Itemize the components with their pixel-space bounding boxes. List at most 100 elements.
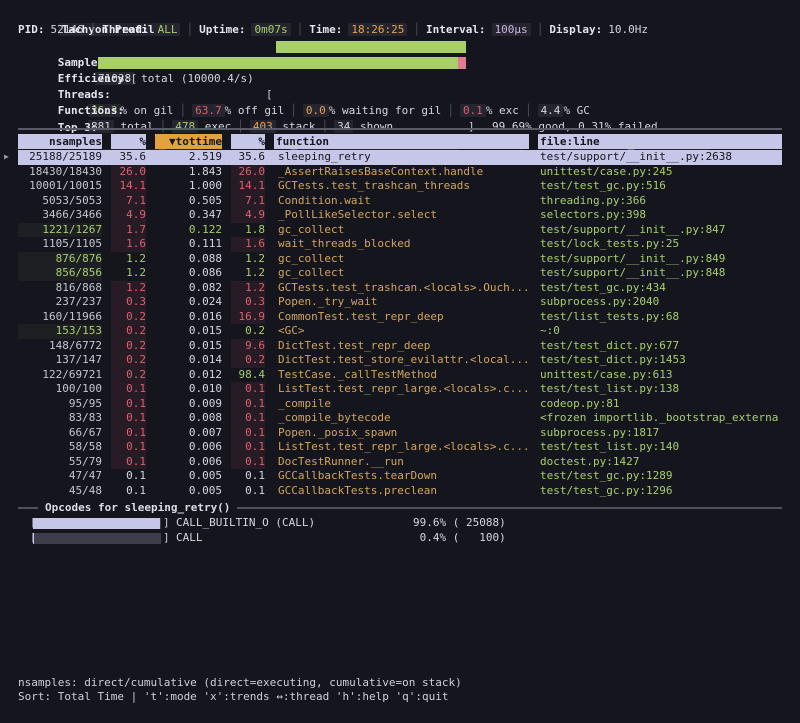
status-item-uptime: Uptime:0m07s	[199, 23, 290, 36]
table-row[interactable]: 137/1470.20.0140.2DictTest.test_store_ev…	[18, 353, 782, 368]
table-row[interactable]: 148/67720.20.0159.6DictTest.test_repr_de…	[18, 339, 782, 354]
cell-gap	[265, 411, 274, 426]
cell-tottime: 0.024	[155, 295, 222, 310]
column-header-nsamples[interactable]: nsamples	[18, 134, 102, 149]
cell-nsamples: 58/58	[18, 440, 102, 455]
functions-segment-suffix: exec	[198, 120, 231, 133]
cell-gap	[102, 382, 111, 397]
table-row[interactable]: 1105/11051.60.1111.6wait_threads_blocked…	[18, 237, 782, 252]
cell-gap	[222, 165, 231, 180]
status-label-interval: Interval:	[426, 23, 486, 36]
functions-segment-suffix: total	[114, 120, 154, 133]
cell-pct-cumulative: 1.2	[231, 281, 265, 296]
cell-gap	[265, 266, 274, 281]
table-row[interactable]: 100/1000.10.0100.1ListTest.test_repr_lar…	[18, 382, 782, 397]
cell-pct-direct: 0.2	[111, 310, 146, 325]
cell-tottime: 0.012	[155, 368, 222, 383]
table-row[interactable]: 237/2370.30.0240.3Popen._try_waitsubproc…	[18, 295, 782, 310]
cell-gap	[102, 484, 111, 499]
table-row[interactable]: 83/830.10.0080.1_compile_bytecode<frozen…	[18, 411, 782, 426]
cell-gap	[265, 382, 274, 397]
status-value-display: 10.0Hz	[608, 23, 648, 36]
cell-tottime: 0.005	[155, 484, 222, 499]
cell-gap	[265, 179, 274, 194]
cell-pct-cumulative: 35.6	[231, 150, 265, 165]
functions-segment-value: 34	[334, 120, 353, 133]
cell-gap	[529, 165, 538, 180]
status-value-uptime: 0m07s	[251, 23, 290, 36]
table-row[interactable]: 58/580.10.0060.1ListTest.test_repr_large…	[18, 440, 782, 455]
cell-gap	[265, 223, 274, 238]
cell-function-name: GCTests.test_trashcan.<locals>.Ouch...	[274, 281, 529, 296]
cell-file-line: test/test_gc.py:1296	[538, 484, 782, 499]
cell-pct-direct: 35.6	[111, 150, 146, 165]
cell-gap	[265, 310, 274, 325]
table-row[interactable]: ▶25188/2518935.62.51935.6sleeping_retryt…	[18, 150, 782, 165]
table-row[interactable]: 153/1530.20.0150.2<GC>~:0	[18, 324, 782, 339]
cell-file-line: test/support/__init__.py:849	[538, 252, 782, 267]
cell-gap	[222, 223, 231, 238]
table-row[interactable]: 1221/12671.70.1221.8gc_collecttest/suppo…	[18, 223, 782, 238]
table-row[interactable]: 122/697210.20.01298.4TestCase._callTestM…	[18, 368, 782, 383]
cell-tottime: 0.006	[155, 455, 222, 470]
cell-file-line: test/test_gc.py:434	[538, 281, 782, 296]
cell-function-name: Popen._try_wait	[274, 295, 529, 310]
divider-dash	[237, 507, 782, 509]
table-row[interactable]: 160/119660.20.01616.9CommonTest.test_rep…	[18, 310, 782, 325]
table-row[interactable]: 5053/50537.10.5057.1Condition.waitthread…	[18, 194, 782, 209]
cell-tottime: 2.519	[155, 150, 222, 165]
table-row[interactable]: 45/480.10.0050.1GCCallbackTests.preclean…	[18, 484, 782, 499]
cell-gap	[102, 426, 111, 441]
table-row[interactable]: 95/950.10.0090.1_compilecodeop.py:81	[18, 397, 782, 412]
cell-gap	[146, 484, 155, 499]
column-header-tottime-sorted[interactable]: ▼tottime	[155, 134, 222, 149]
cell-pct-cumulative: 98.4	[231, 368, 265, 383]
cell-nsamples: 66/67	[18, 426, 102, 441]
cell-pct-direct: 4.9	[111, 208, 146, 223]
opcodes-section-divider: Opcodes for sleeping_retry()	[18, 501, 782, 515]
cell-gap	[529, 469, 538, 484]
cell-tottime: 0.010	[155, 382, 222, 397]
table-row[interactable]: 55/790.10.0060.1DocTestRunner.__rundocte…	[18, 455, 782, 470]
cell-pct-cumulative: 0.1	[231, 455, 265, 470]
opcodes-section-title: Opcodes for sleeping_retry()	[38, 500, 237, 516]
cell-gap	[146, 353, 155, 368]
cell-nsamples: 153/153	[18, 324, 102, 339]
cell-nsamples: 876/876	[18, 252, 102, 267]
table-row[interactable]: 816/8681.20.0821.2GCTests.test_trashcan.…	[18, 281, 782, 296]
cell-nsamples: 1105/1105	[18, 237, 102, 252]
table-row[interactable]: 876/8761.20.0881.2gc_collecttest/support…	[18, 252, 782, 267]
opcode-row: []CALL 0.4% ( 100)	[18, 531, 782, 546]
cell-gap	[222, 469, 231, 484]
cell-file-line: threading.py:366	[538, 194, 782, 209]
cell-gap	[102, 150, 111, 165]
table-row[interactable]: 66/670.10.0070.1Popen._posix_spawnsubpro…	[18, 426, 782, 441]
opcode-bar-fill	[33, 518, 160, 529]
column-header-file-line[interactable]: file:line	[538, 134, 782, 149]
cell-pct-direct: 1.7	[111, 223, 146, 238]
cell-gap	[222, 353, 231, 368]
tachyon-profiler-screen: Tachyon Profiler PID:52146│Thread:ALL│Up…	[0, 0, 800, 723]
cell-file-line: subprocess.py:1817	[538, 426, 782, 441]
cell-gap	[529, 339, 538, 354]
cell-tottime: 0.347	[155, 208, 222, 223]
table-row[interactable]: 47/470.10.0050.1GCCallbackTests.tearDown…	[18, 469, 782, 484]
header-gap	[146, 134, 155, 149]
efficiency-bar-good-fill	[98, 57, 458, 69]
column-header-pct-direct[interactable]: %	[111, 134, 146, 149]
cell-pct-cumulative: 1.8	[231, 223, 265, 238]
cell-gap	[102, 252, 111, 267]
table-row[interactable]: 18430/1843026.01.84326.0_AssertRaisesBas…	[18, 165, 782, 180]
cell-gap	[146, 382, 155, 397]
cell-tottime: 0.122	[155, 223, 222, 238]
column-header-pct-cumulative[interactable]: %	[231, 134, 265, 149]
cell-nsamples: 122/69721	[18, 368, 102, 383]
table-top-separator	[18, 128, 782, 130]
table-row[interactable]: 10001/1001514.11.00014.1GCTests.test_tra…	[18, 179, 782, 194]
table-row[interactable]: 856/8561.20.0861.2gc_collecttest/support…	[18, 266, 782, 281]
cell-nsamples: 18430/18430	[18, 165, 102, 180]
cell-tottime: 0.015	[155, 339, 222, 354]
column-header-function[interactable]: function	[274, 134, 529, 149]
table-row[interactable]: 3466/34664.90.3474.9_PollLikeSelector.se…	[18, 208, 782, 223]
cell-pct-cumulative: 0.1	[231, 484, 265, 499]
